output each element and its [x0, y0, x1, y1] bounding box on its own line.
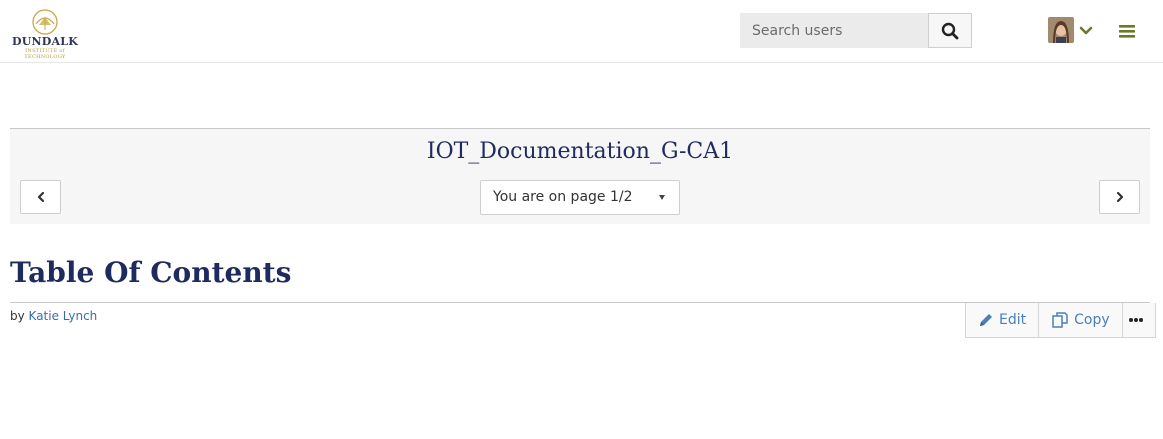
logo-emblem-icon: [32, 9, 58, 35]
copy-label: Copy: [1074, 312, 1110, 328]
institution-logo[interactable]: DUNDALK INSTITUTE of TECHNOLOGY: [8, 8, 82, 60]
copy-icon: [1052, 312, 1068, 328]
page-navigation: IOT_Documentation_G-CA1 You are on page …: [10, 128, 1150, 224]
page-selector[interactable]: You are on page 1/2: [480, 180, 680, 215]
copy-button[interactable]: Copy: [1039, 303, 1123, 337]
edit-button[interactable]: Edit: [966, 303, 1040, 337]
search-icon: [941, 22, 959, 39]
next-page-button[interactable]: [1099, 180, 1140, 214]
author-link[interactable]: Katie Lynch: [29, 309, 98, 323]
search-button[interactable]: [928, 13, 972, 48]
user-avatar-icon: [1048, 17, 1074, 43]
search-input[interactable]: [740, 13, 929, 48]
more-icon: [1129, 318, 1144, 322]
caret-down-icon: [659, 195, 665, 200]
logo-wordmark: DUNDALK: [12, 35, 78, 48]
previous-page-button[interactable]: [20, 180, 61, 214]
portfolio-title: IOT_Documentation_G-CA1: [426, 139, 734, 164]
chevron-left-icon: [37, 191, 44, 203]
page-selector-label: You are on page 1/2: [493, 189, 633, 205]
menu-icon[interactable]: [1117, 22, 1137, 40]
pencil-icon: [980, 314, 992, 326]
edit-label: Edit: [999, 312, 1027, 328]
byline-prefix: by: [10, 309, 25, 323]
page-heading: Table Of Contents: [10, 256, 292, 289]
logo-tagline: INSTITUTE of TECHNOLOGY: [24, 48, 66, 60]
more-options-button[interactable]: [1122, 303, 1155, 337]
byline: by Katie Lynch: [10, 309, 97, 323]
chevron-right-icon: [1116, 191, 1123, 203]
page-actions: Edit Copy: [965, 303, 1156, 338]
chevron-down-icon[interactable]: [1078, 23, 1094, 39]
user-search: [740, 13, 972, 48]
avatar[interactable]: [1048, 17, 1074, 43]
top-navbar: DUNDALK INSTITUTE of TECHNOLOGY: [0, 0, 1163, 63]
